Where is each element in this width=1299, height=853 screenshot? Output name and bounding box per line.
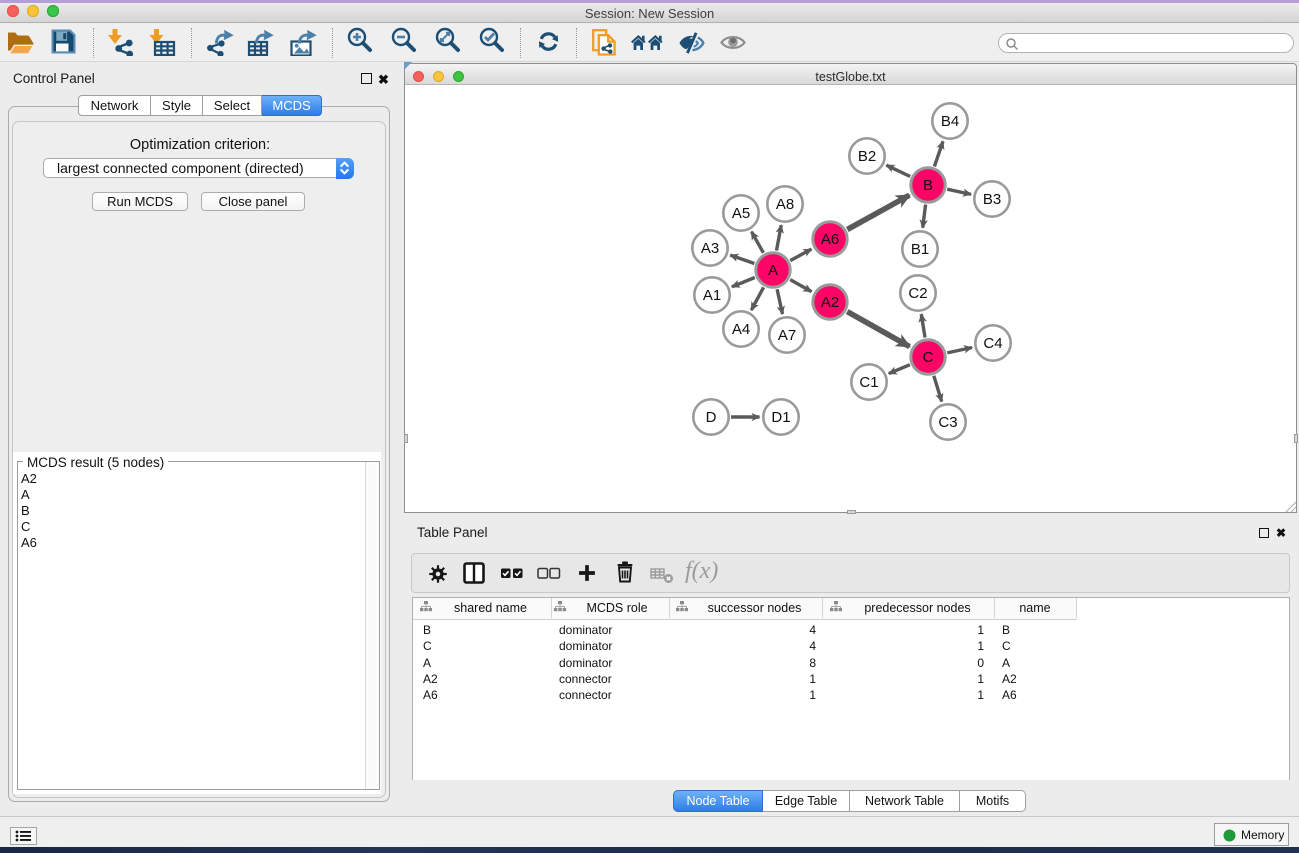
- svg-text:C3: C3: [938, 414, 957, 431]
- svg-text:D: D: [706, 409, 717, 426]
- svg-text:A8: A8: [776, 196, 794, 213]
- svg-text:B2: B2: [858, 148, 876, 165]
- svg-text:A3: A3: [701, 240, 719, 257]
- svg-text:D1: D1: [771, 409, 790, 426]
- svg-text:C4: C4: [983, 335, 1002, 352]
- svg-text:B1: B1: [911, 241, 929, 258]
- svg-text:A1: A1: [703, 287, 721, 304]
- svg-text:C: C: [923, 349, 934, 366]
- svg-text:A2: A2: [821, 294, 839, 311]
- svg-text:A7: A7: [778, 327, 796, 344]
- svg-text:B4: B4: [941, 113, 959, 130]
- svg-text:C1: C1: [859, 374, 878, 391]
- svg-text:A5: A5: [732, 205, 750, 222]
- svg-text:A: A: [768, 262, 778, 279]
- svg-text:A6: A6: [821, 231, 839, 248]
- svg-text:B: B: [923, 177, 933, 194]
- svg-text:C2: C2: [908, 285, 927, 302]
- svg-text:A4: A4: [732, 321, 750, 338]
- svg-text:B3: B3: [983, 191, 1001, 208]
